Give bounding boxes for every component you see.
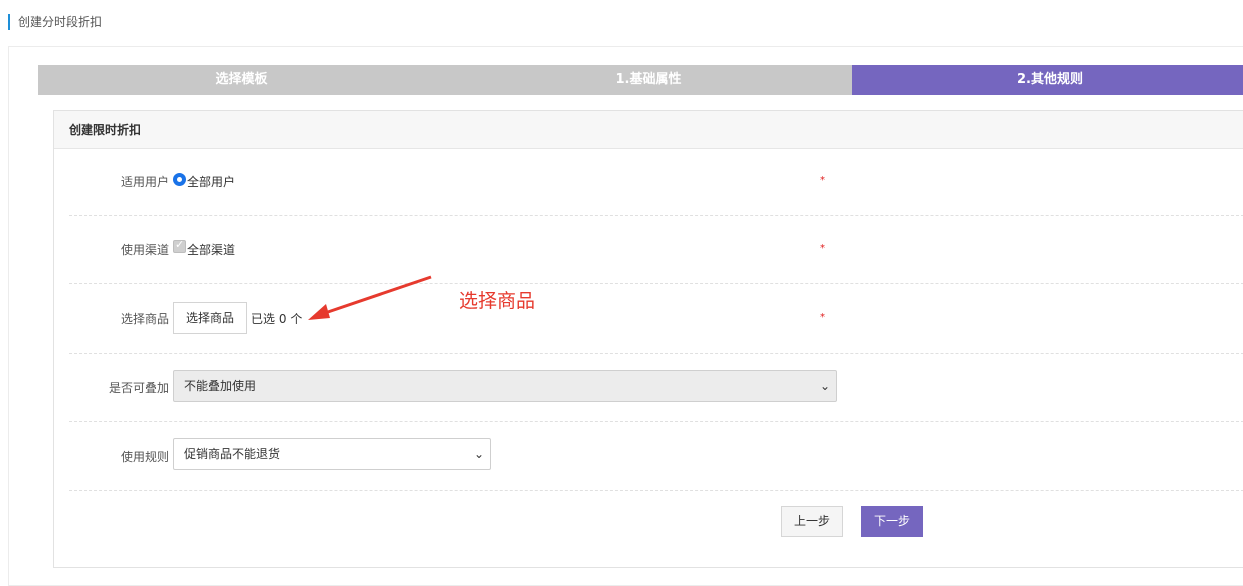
channel-label: 使用渠道 — [120, 243, 169, 257]
form-row-channel: 使用渠道 全部渠道 * — [69, 216, 1243, 284]
rule-value: 促销商品不能退货 — [184, 447, 281, 461]
all-channels-checkbox[interactable] — [173, 238, 186, 253]
stackable-select[interactable]: 不能叠加使用 ⌄ — [173, 370, 837, 402]
panel-title: 创建限时折扣 — [54, 111, 1243, 149]
step-select-template[interactable]: 选择模板 — [38, 65, 445, 95]
selected-prefix: 已选 — [251, 312, 276, 326]
prev-step-button[interactable]: 上一步 — [781, 506, 843, 537]
selected-goods-count: 已选 0 个 — [251, 310, 302, 327]
user-label: 适用用户 — [120, 175, 169, 189]
all-users-radio[interactable] — [173, 173, 186, 186]
chevron-down-icon: ⌄ — [819, 379, 830, 393]
form-row-rule: 使用规则 促销商品不能退货 ⌄ — [69, 422, 1243, 491]
rule-label: 使用规则 — [120, 450, 169, 464]
page-title: 创建分时段折扣 — [8, 14, 102, 30]
rule-select[interactable]: 促销商品不能退货 ⌄ — [173, 438, 491, 470]
annotation-text: 选择商品 — [459, 290, 536, 312]
required-mark: * — [820, 175, 825, 186]
select-goods-button[interactable]: 选择商品 — [173, 302, 247, 334]
required-mark: * — [820, 312, 825, 323]
form-row-goods: 选择商品 选择商品 已选 0 个 * — [69, 284, 1243, 354]
stackable-label: 是否可叠加 — [108, 381, 169, 395]
step-bar: 选择模板 1.基础属性 2.其他规则 — [38, 65, 1243, 95]
step-basic-attributes[interactable]: 1.基础属性 — [445, 65, 852, 95]
next-step-button[interactable]: 下一步 — [861, 506, 923, 537]
stackable-value: 不能叠加使用 — [184, 379, 257, 393]
form-row-user: 适用用户 全部用户 * — [69, 148, 1243, 216]
required-mark: * — [820, 243, 825, 254]
form-row-stackable: 是否可叠加 不能叠加使用 ⌄ — [69, 354, 1243, 422]
all-channels-text: 全部渠道 — [187, 243, 236, 257]
all-users-text: 全部用户 — [187, 175, 236, 189]
chevron-down-icon: ⌄ — [473, 447, 484, 461]
step-other-rules[interactable]: 2.其他规则 — [852, 65, 1243, 95]
selected-count: 0 — [278, 312, 287, 326]
annotation-arrow-icon — [308, 275, 432, 320]
goods-label: 选择商品 — [120, 312, 169, 326]
